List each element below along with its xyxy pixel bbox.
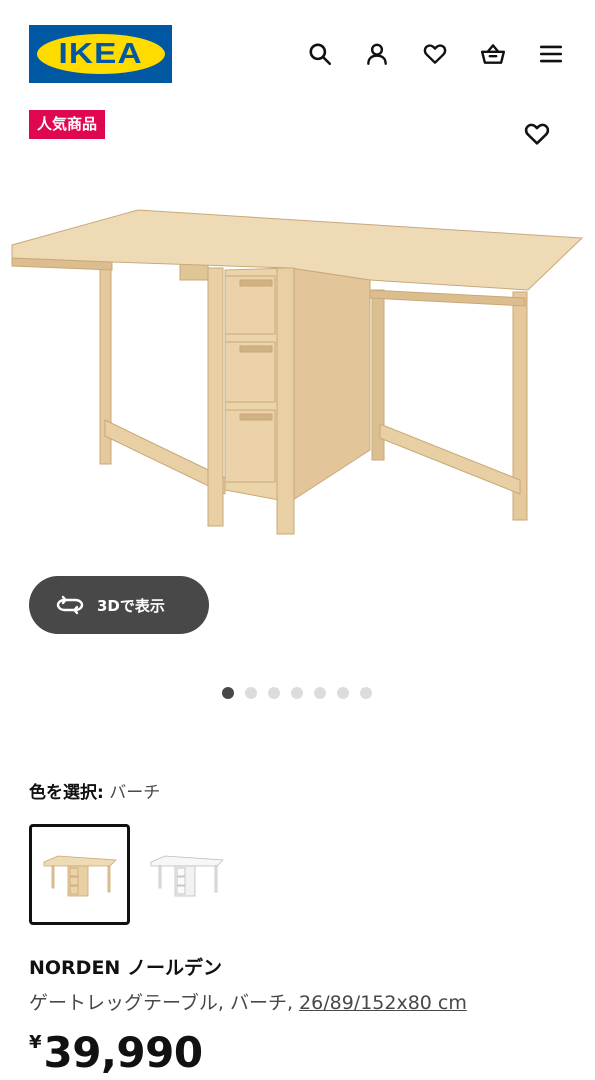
- heart-icon[interactable]: [419, 38, 451, 70]
- gallery-pagination: [222, 687, 372, 699]
- color-select-title: 色を選択:: [29, 783, 104, 803]
- gallery-dot[interactable]: [268, 687, 280, 699]
- rotate-3d-icon: [56, 595, 84, 615]
- gallery-dot[interactable]: [245, 687, 257, 699]
- color-select-value: バーチ: [109, 783, 161, 803]
- ikea-logo[interactable]: IKEA: [29, 25, 172, 83]
- product-name: NORDEN ノールデン: [29, 957, 222, 979]
- product-price: ¥ 39,990: [29, 1026, 203, 1080]
- view-3d-button[interactable]: 3Dで表示: [29, 576, 209, 634]
- dimensions-link[interactable]: 26/89/152x80 cm: [299, 992, 467, 1014]
- user-icon[interactable]: [361, 38, 393, 70]
- gallery-dot[interactable]: [222, 687, 234, 699]
- site-header: IKEA: [0, 0, 595, 100]
- gallery-dot[interactable]: [314, 687, 326, 699]
- view-3d-label: 3Dで表示: [97, 596, 165, 615]
- menu-icon[interactable]: [535, 38, 567, 70]
- price-amount: 39,990: [43, 1028, 204, 1077]
- product-description: ゲートレッグテーブル, バーチ, 26/89/152x80 cm: [29, 988, 467, 1015]
- logo-oval: IKEA: [36, 34, 165, 74]
- gallery-dot[interactable]: [291, 687, 303, 699]
- search-icon[interactable]: [304, 38, 336, 70]
- basket-icon[interactable]: [477, 38, 509, 70]
- color-select-label: 色を選択: バーチ: [29, 778, 160, 803]
- color-option-birch[interactable]: [29, 824, 130, 925]
- price-currency: ¥: [29, 1032, 42, 1053]
- gallery-dot[interactable]: [360, 687, 372, 699]
- product-image[interactable]: [0, 160, 595, 560]
- color-option-white[interactable]: [136, 824, 237, 925]
- gallery-dot[interactable]: [337, 687, 349, 699]
- popular-badge: 人気商品: [29, 110, 106, 139]
- add-to-favorites-icon[interactable]: [520, 117, 554, 151]
- white-table-thumbnail: [150, 855, 224, 896]
- birch-table-thumbnail: [43, 855, 117, 896]
- product-type: ゲートレッグテーブル, バーチ,: [29, 992, 300, 1014]
- logo-text: IKEA: [58, 37, 143, 70]
